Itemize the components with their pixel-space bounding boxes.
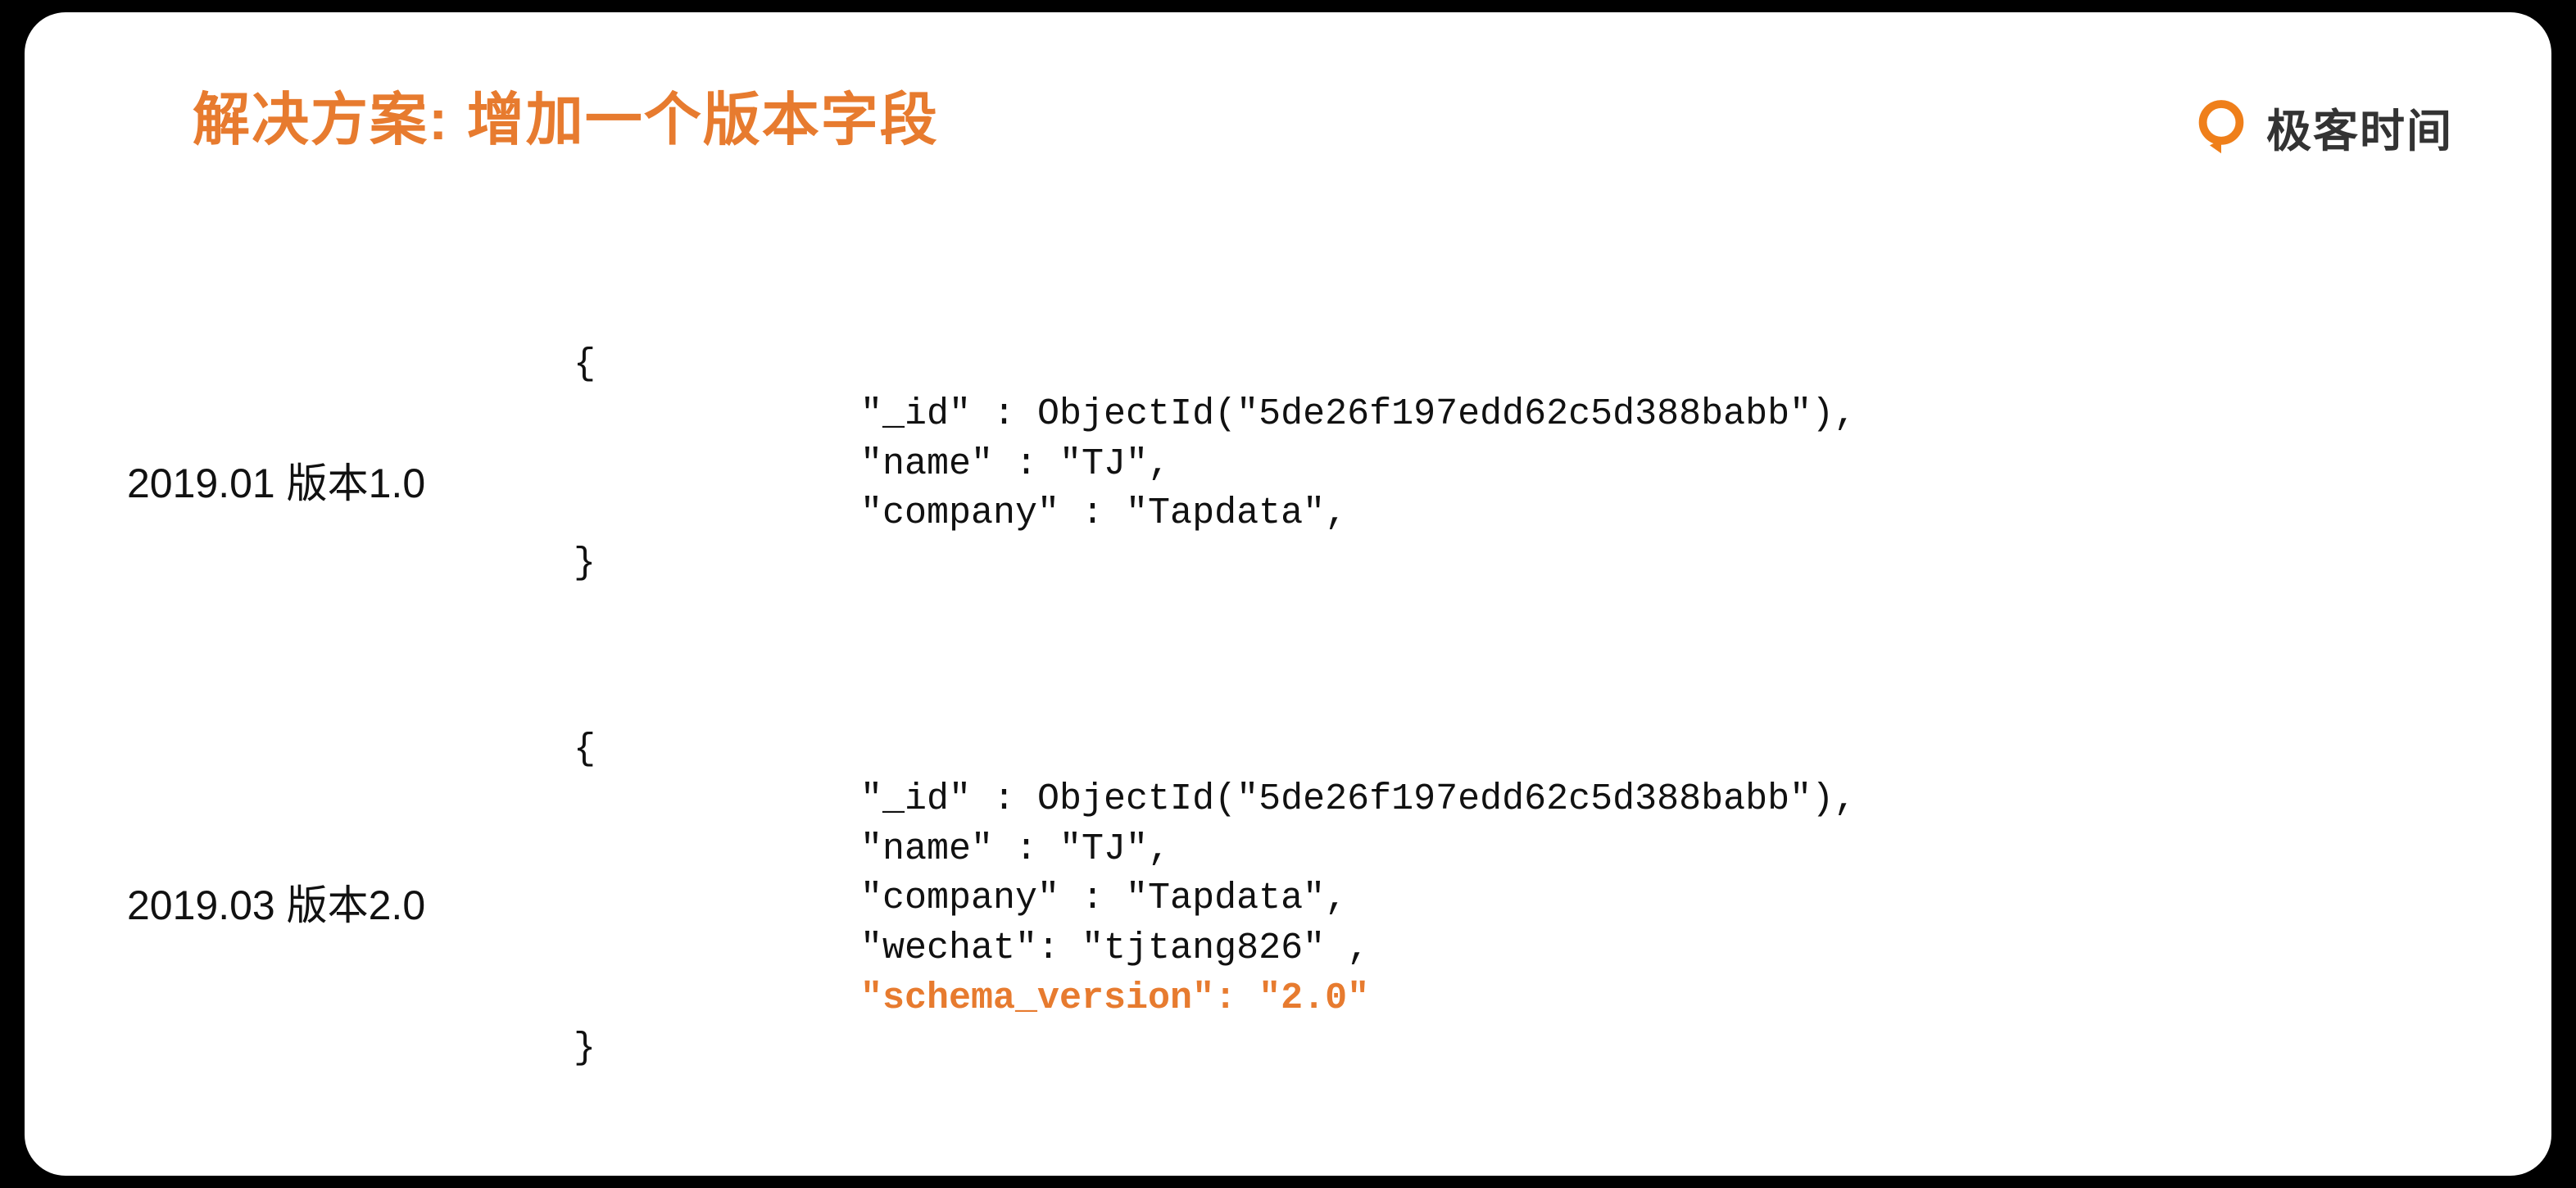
code-open-brace: { [574,728,596,770]
brand-logo: 极客时间 [2193,94,2453,160]
code-line: "company" : "Tapdata", [574,489,1347,539]
slide-title: 解决方案: 增加一个版本字段 [193,74,939,156]
geektime-icon [2193,98,2250,156]
code-block-1: { "_id" : ObjectId("5de26f197edd62c5d388… [574,340,1856,589]
code-line: "_id" : ObjectId("5de26f197edd62c5d388ba… [574,775,1856,825]
code-block-2: { "_id" : ObjectId("5de26f197edd62c5d388… [574,725,1856,1073]
code-line: "name" : "TJ", [574,440,1170,490]
version-2-label: 2019.03 版本2.0 [127,873,425,932]
code-close-brace: } [574,542,596,584]
code-line: "company" : "Tapdata", [574,874,1347,924]
slide-card: 解决方案: 增加一个版本字段 极客时间 2019.01 版本1.0 { "_id… [25,12,2551,1176]
code-line: "name" : "TJ", [574,825,1170,875]
code-line: "_id" : ObjectId("5de26f197edd62c5d388ba… [574,390,1856,440]
schema-version-line: "schema_version": "2.0" [574,974,1369,1024]
code-line: "wechat": "tjtang826" , [574,924,1369,974]
version-1-label: 2019.01 版本1.0 [127,451,425,510]
brand-text: 极客时间 [2266,94,2453,160]
code-close-brace: } [574,1027,596,1069]
code-open-brace: { [574,343,596,385]
